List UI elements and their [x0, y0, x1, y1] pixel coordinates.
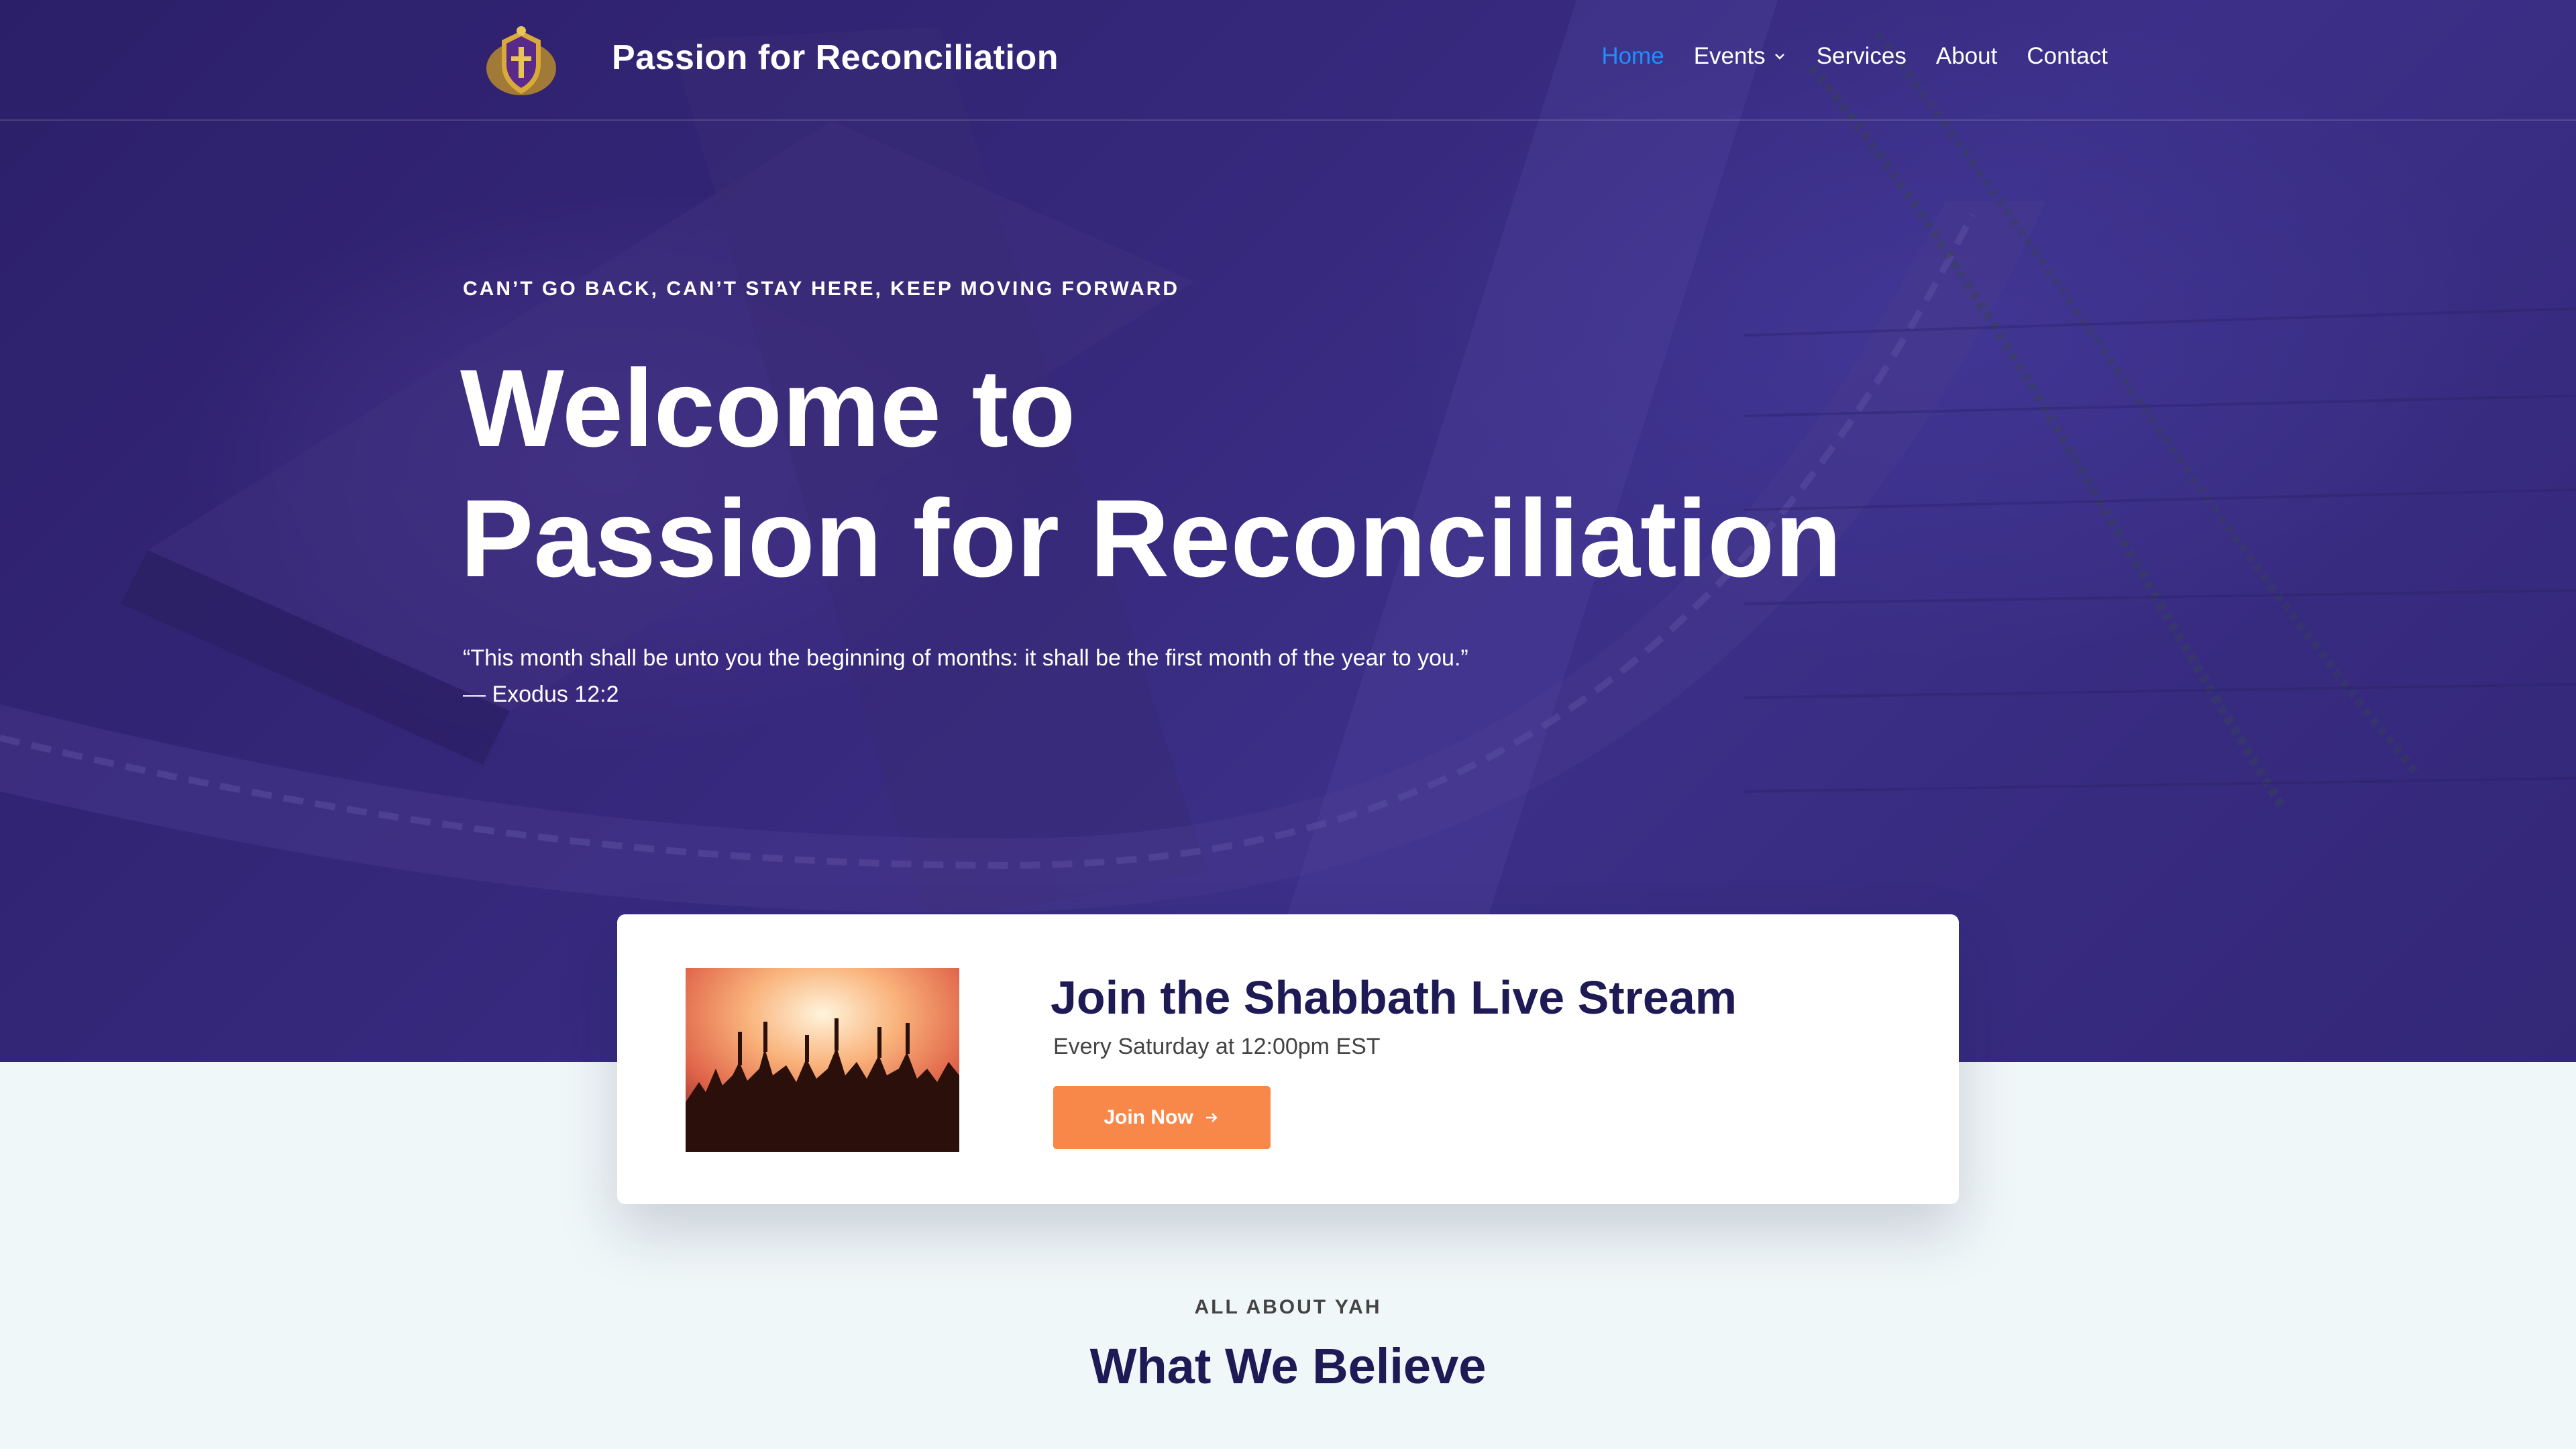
nav-home-label: Home — [1601, 43, 1664, 69]
nav-contact[interactable]: Contact — [2027, 43, 2108, 70]
nav-services-label: Services — [1816, 43, 1907, 69]
hero-title: Welcome to Passion for Reconciliation — [460, 343, 1842, 604]
hero-title-line2: Passion for Reconciliation — [460, 477, 1842, 600]
main-nav: Home Events Services About Contact — [1601, 43, 2108, 70]
nav-events[interactable]: Events — [1694, 43, 1787, 70]
crest-logo-icon[interactable] — [482, 23, 561, 102]
beliefs-title: What We Believe — [1089, 1338, 1487, 1394]
nav-about[interactable]: About — [1936, 43, 1997, 70]
nav-about-label: About — [1935, 43, 1998, 69]
concert-crowd-image — [686, 968, 959, 1152]
site-title[interactable]: Passion for Reconciliation — [612, 38, 1059, 78]
hero-section: Passion for Reconciliation Home Events S… — [0, 0, 2576, 1062]
livestream-card: Join the Shabbath Live Stream Every Satu… — [617, 914, 1959, 1204]
chevron-down-icon — [1774, 54, 1784, 60]
livestream-schedule: Every Saturday at 12:00pm EST — [1053, 1034, 1381, 1059]
arrow-right-icon — [1205, 1113, 1218, 1122]
nav-events-label: Events — [1693, 43, 1766, 69]
join-now-label: Join Now — [1104, 1106, 1193, 1128]
site-header: Passion for Reconciliation Home Events S… — [0, 0, 2576, 121]
join-now-button[interactable]: Join Now — [1053, 1086, 1271, 1149]
nav-services[interactable]: Services — [1817, 43, 1907, 70]
beliefs-eyebrow: ALL ABOUT YAH — [1194, 1296, 1382, 1318]
nav-home[interactable]: Home — [1601, 43, 1664, 70]
hero-eyebrow: CAN’T GO BACK, CAN’T STAY HERE, KEEP MOV… — [463, 278, 1180, 300]
quote-source: — Exodus 12:2 — [463, 682, 619, 707]
livestream-title: Join the Shabbath Live Stream — [1051, 971, 1737, 1024]
hero-quote: “This month shall be unto you the beginn… — [463, 640, 1468, 712]
quote-text: “This month shall be unto you the beginn… — [463, 645, 1468, 671]
hero-title-line1: Welcome to — [460, 347, 1076, 470]
nav-contact-label: Contact — [2027, 43, 2108, 69]
